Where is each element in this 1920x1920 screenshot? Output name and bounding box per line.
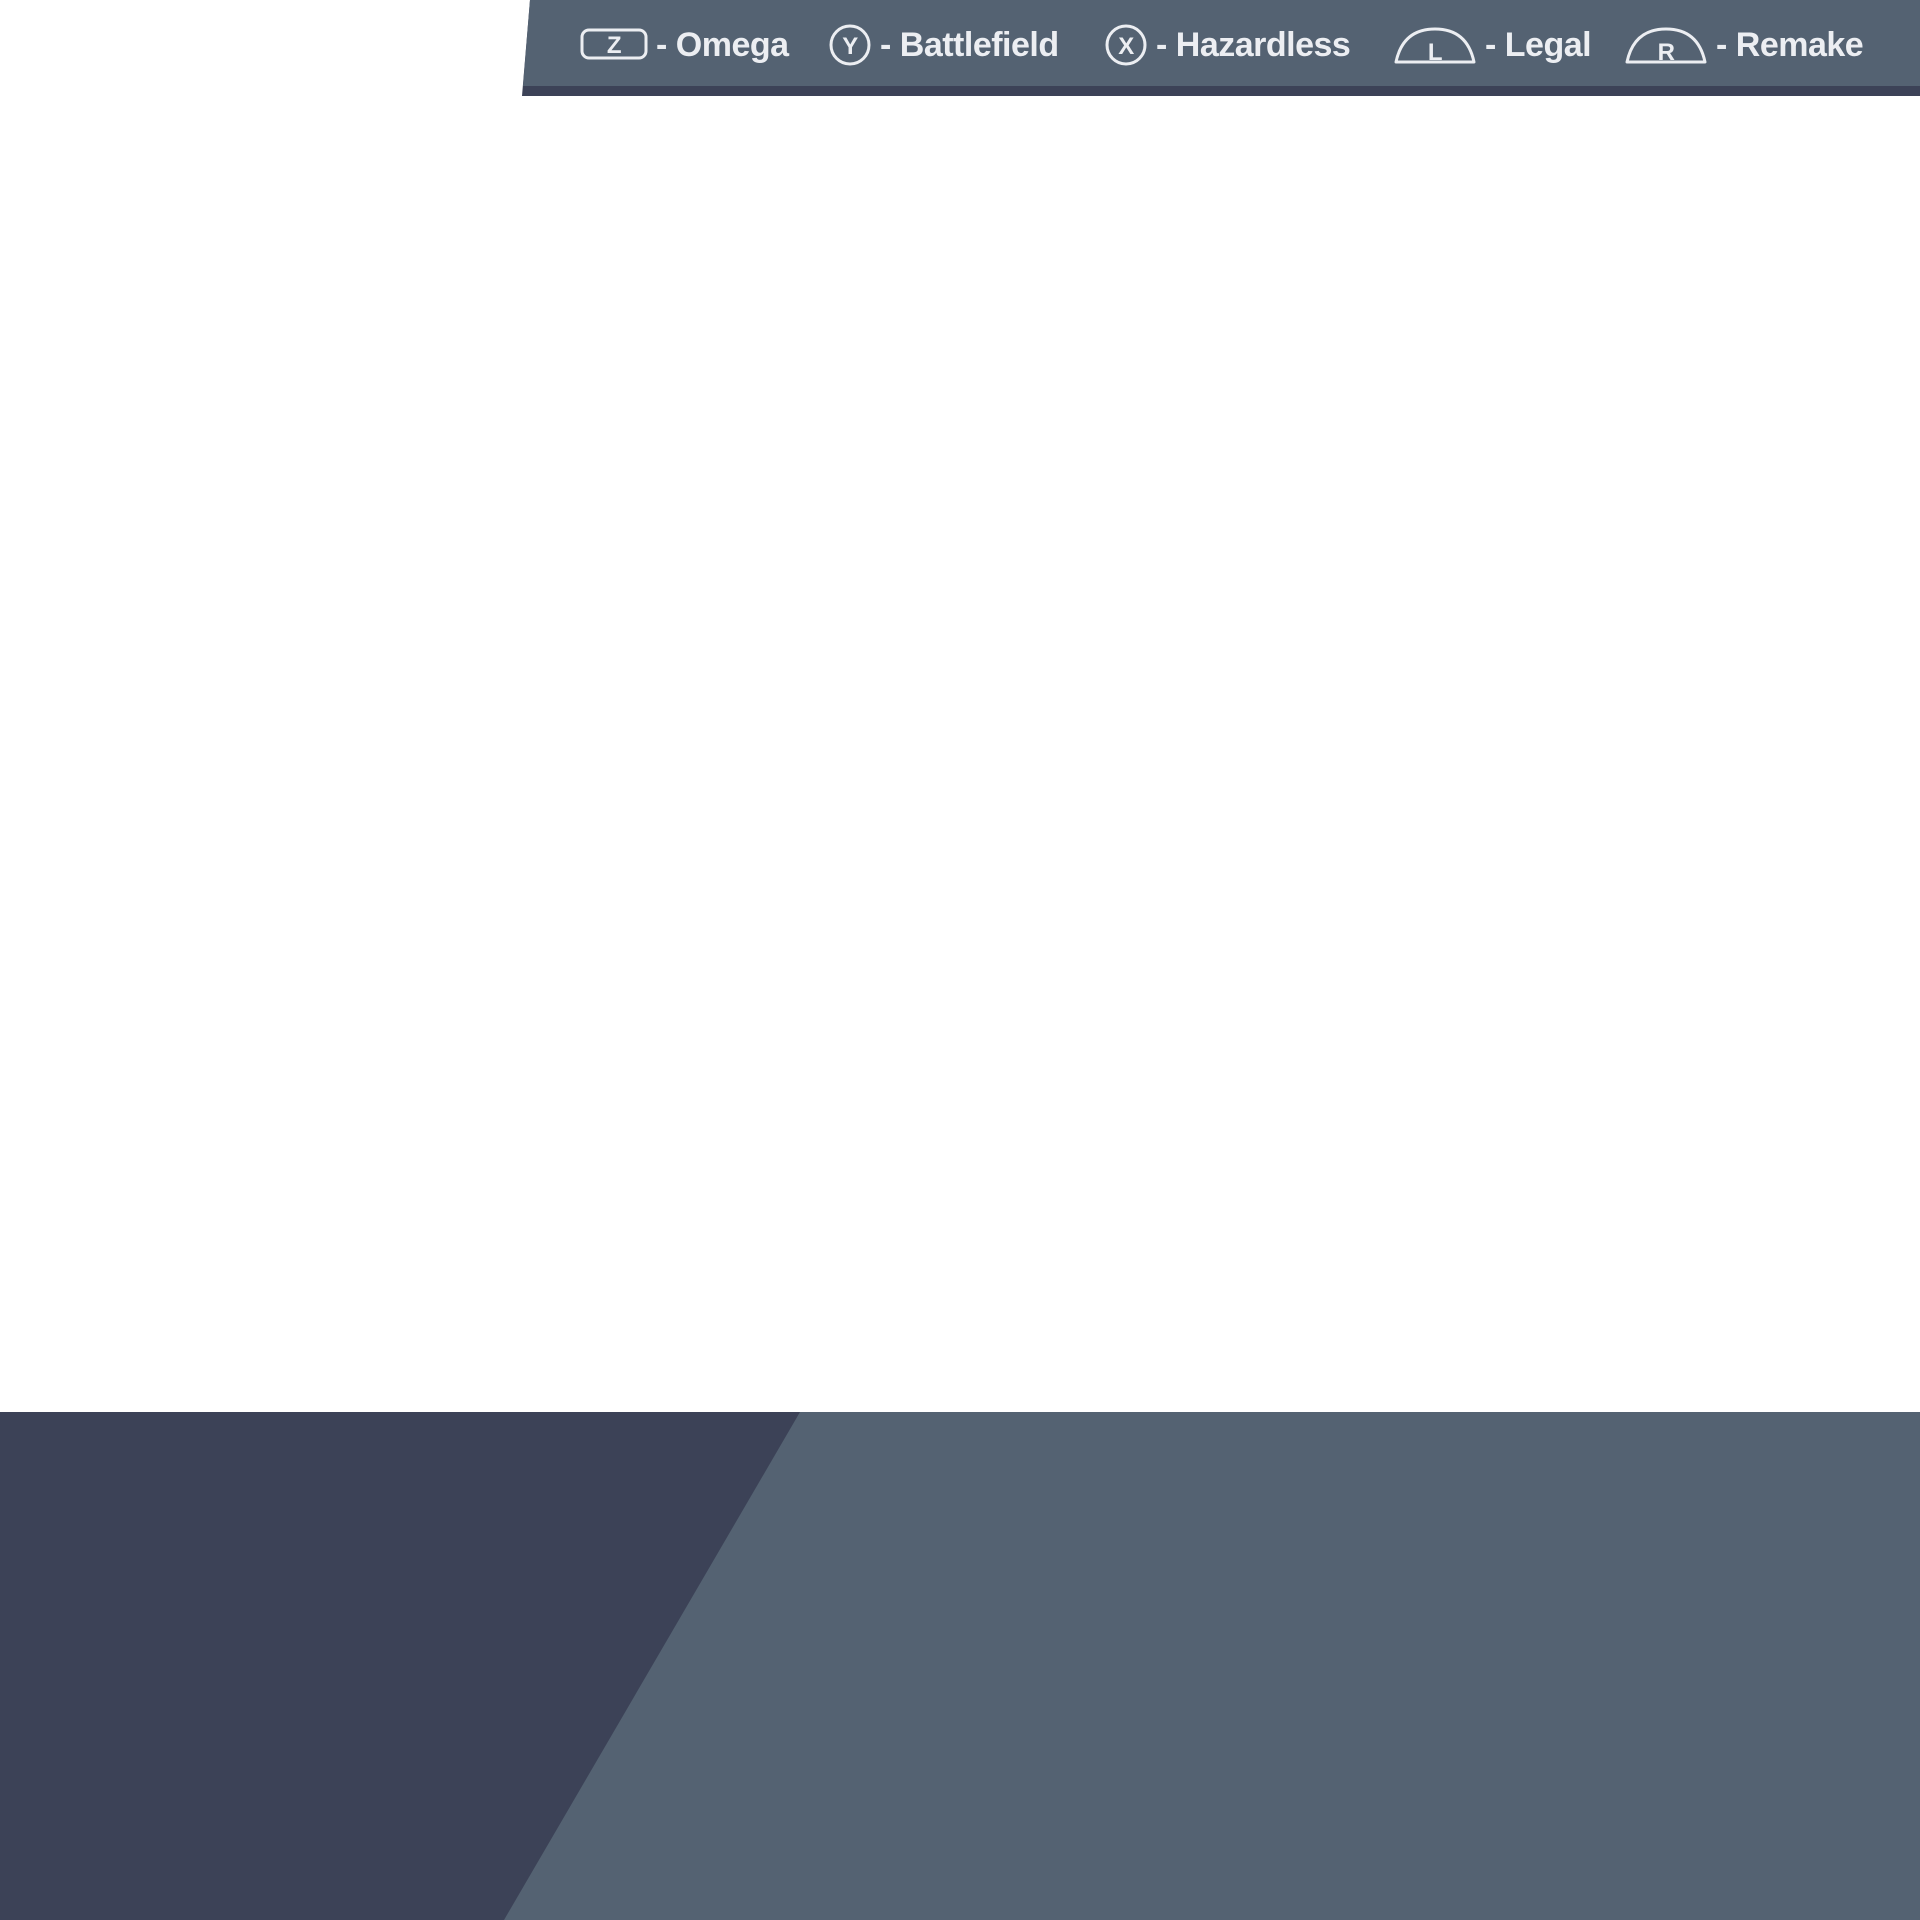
r-trigger-icon: R: [1625, 27, 1707, 65]
hint-battlefield-label: - Battlefield: [880, 25, 1059, 64]
hint-omega-label: - Omega: [656, 25, 789, 64]
y-button-letter: Y: [842, 33, 858, 60]
x-button-icon: X: [1105, 24, 1147, 66]
hint-legal: L - Legal: [1393, 0, 1592, 90]
hint-legal-label: - Legal: [1485, 25, 1592, 64]
l-trigger-icon: L: [1394, 27, 1476, 65]
z-button-icon: Z: [580, 28, 648, 60]
y-button-icon: Y: [829, 24, 871, 66]
control-hints-bar: Z - Omega Y - Battlefield X - Hazardless: [0, 0, 1920, 96]
hint-hazardless: X - Hazardless: [1104, 0, 1351, 90]
x-button-letter: X: [1118, 33, 1134, 60]
hint-hazardless-label: - Hazardless: [1156, 25, 1351, 64]
z-button-letter: Z: [607, 32, 621, 59]
hint-remake: R - Remake: [1624, 0, 1864, 90]
hint-omega: Z - Omega: [580, 0, 789, 90]
hint-battlefield: Y - Battlefield: [828, 0, 1059, 90]
hint-remake-label: - Remake: [1716, 25, 1864, 64]
l-trigger-letter: L: [1428, 39, 1442, 65]
r-trigger-letter: R: [1658, 39, 1675, 65]
bottom-panel: [0, 1412, 1920, 1920]
